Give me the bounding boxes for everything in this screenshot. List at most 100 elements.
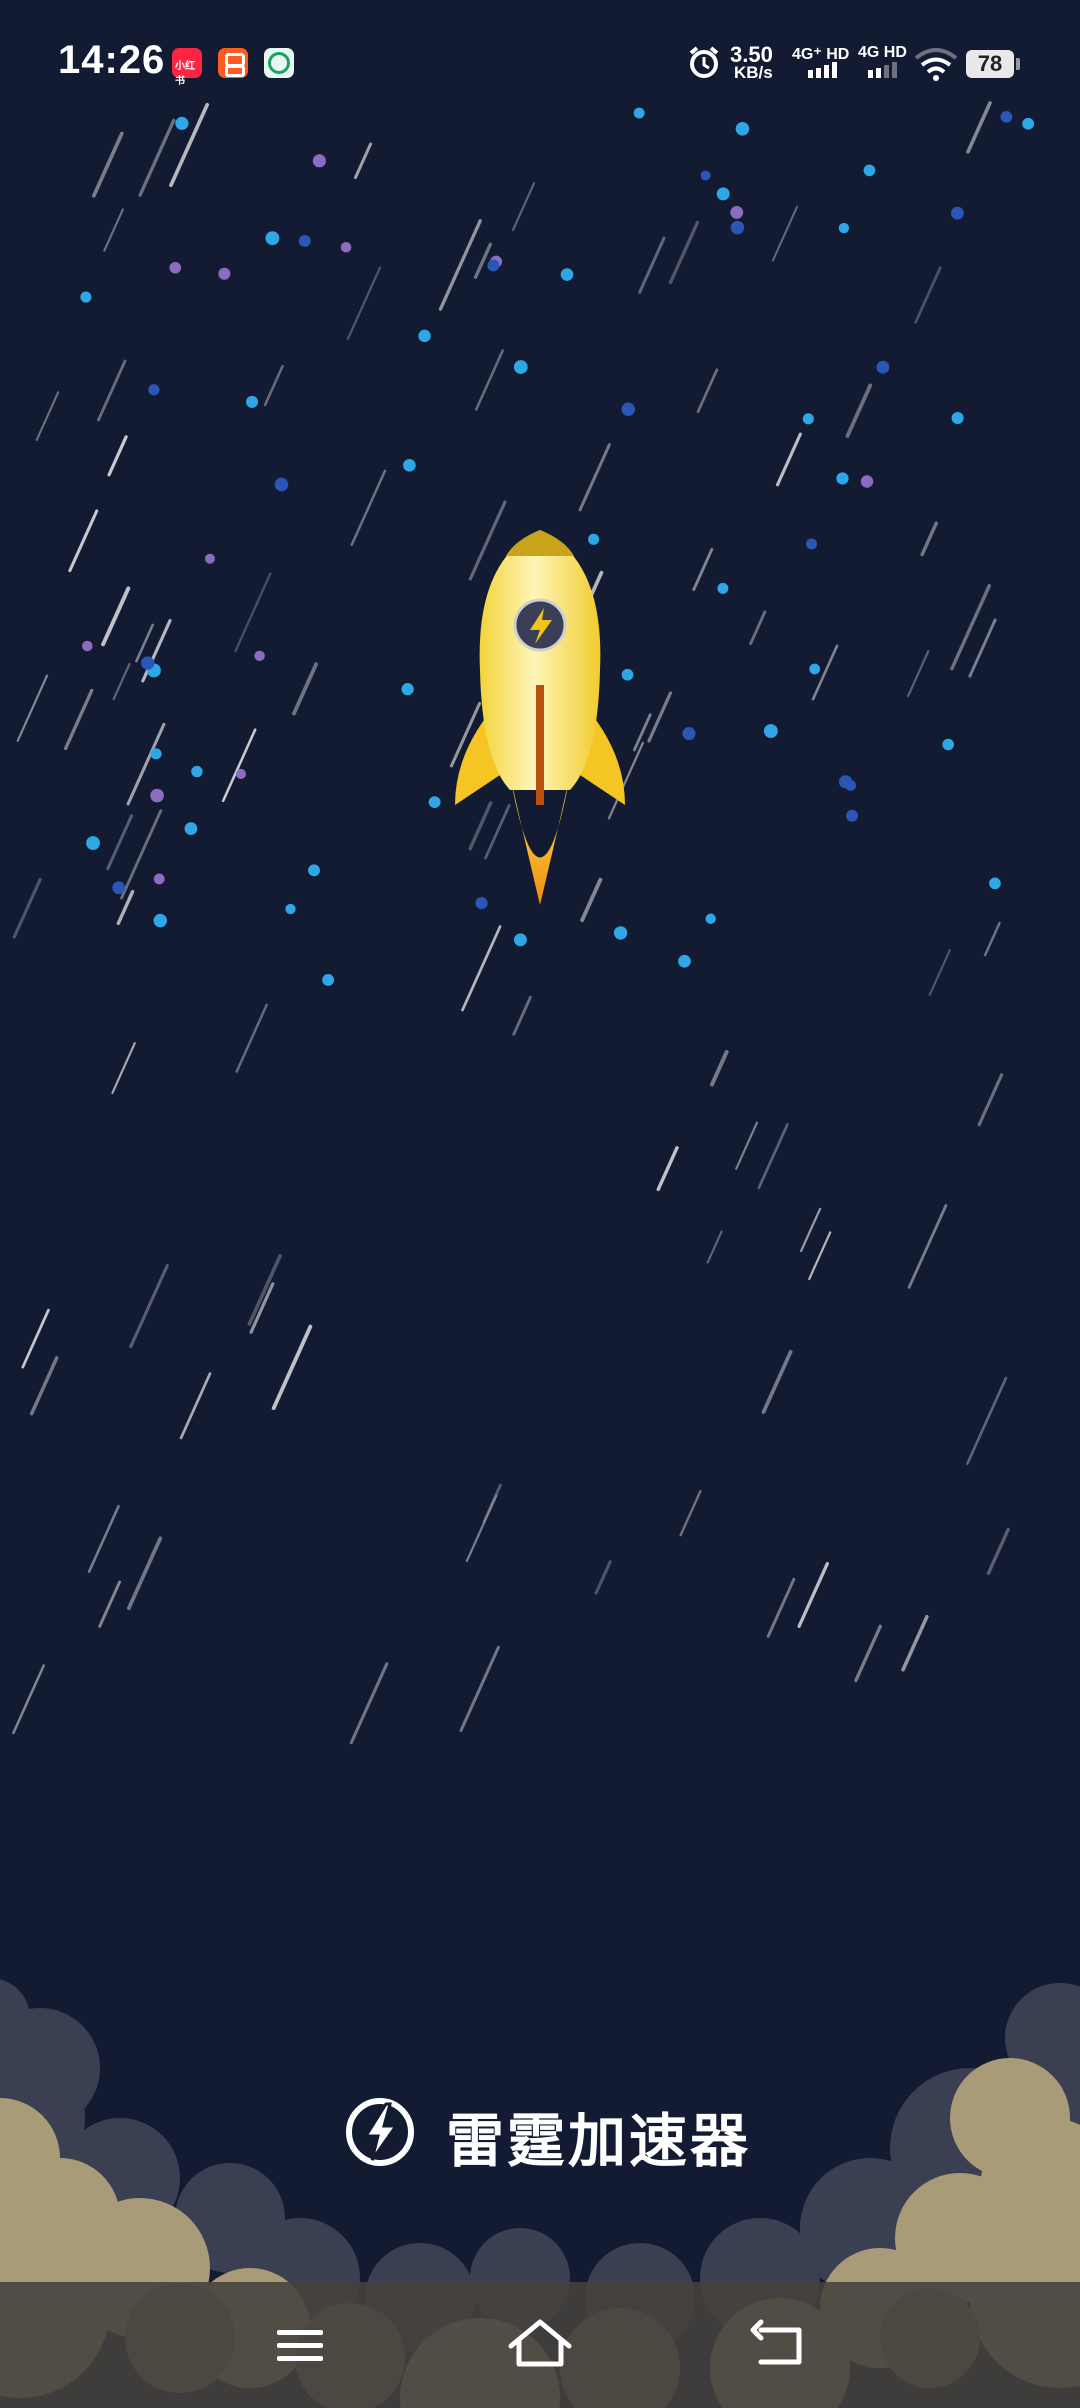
star [428,796,441,809]
star [218,267,231,280]
star [308,864,320,877]
back-button[interactable] [735,2300,825,2390]
star [705,913,716,924]
star [235,768,247,780]
meteor [511,182,536,232]
meteor [97,359,127,422]
meteor [21,1308,50,1369]
battery-level: 78 [977,51,1003,76]
star [700,170,711,181]
meteor [459,1645,500,1732]
star [809,663,821,675]
menu-button[interactable] [255,2300,345,2390]
meteor [292,662,319,716]
status-time: 14:26 [58,38,166,82]
meteor [263,364,284,407]
star [730,220,745,235]
xiaohongshu-app-icon: 小红书 [172,48,202,87]
meteor [983,921,1001,957]
star [621,402,635,416]
star [150,748,162,760]
star [265,231,280,246]
star [560,268,574,281]
star [153,873,165,885]
star [846,809,859,822]
star [298,235,311,247]
star [246,395,259,408]
star [836,472,849,485]
star [513,933,527,947]
star [860,475,874,488]
meteor [977,1073,1004,1127]
meteor [16,674,49,742]
meteor [735,1121,759,1170]
rocket-nose [506,530,574,556]
meteor [907,1203,948,1289]
star [989,877,1001,890]
rocket-illustration [455,530,625,905]
wifi-icon [914,48,958,81]
bolt-logo-icon [346,2098,414,2166]
star [285,903,296,915]
meteor [271,1324,313,1411]
star [838,222,850,234]
status-bar: 14:26 小红书 3.50 KB/s 4G⁺ HD 4G HD 78 [0,0,1080,130]
meteor [797,1562,829,1628]
battery-icon: 78 [966,50,1020,78]
meteor [928,948,952,996]
meteor [771,205,799,262]
star [513,360,528,374]
meteor [482,1483,502,1523]
meteor [766,1577,796,1638]
meteor [638,236,666,294]
meteor [761,1349,793,1414]
meteor [112,663,131,701]
meteor [353,142,373,180]
meteor [91,131,124,198]
meteor [757,1123,789,1190]
meteor [854,1624,882,1683]
orange-app-icon [218,48,248,78]
meteor [986,1527,1010,1575]
meteor [350,469,387,546]
star [678,954,691,968]
star [401,683,414,696]
meteor [461,925,502,1012]
meteor [914,266,942,324]
star [141,656,155,670]
meteor [346,266,382,340]
star [148,384,160,396]
star [184,822,198,835]
meteor [116,889,135,926]
star [82,640,93,652]
star [806,538,817,550]
meteor [235,1003,268,1073]
sim2-signal-icon [868,62,897,78]
meteor [668,220,700,285]
star [418,329,431,343]
star [717,582,729,594]
meteor [106,814,134,871]
star [863,164,876,177]
meteor [594,1560,612,1595]
meteor [706,1230,723,1264]
sim1-signal-icon [808,62,837,78]
meteor [12,877,42,939]
meteor [249,1282,275,1334]
meteor [111,1042,136,1094]
star [942,738,954,751]
meteor [775,432,802,487]
meteor [907,650,930,698]
meteor [966,1376,1008,1466]
meteor [35,391,60,441]
meteor [138,118,176,197]
star [845,779,857,791]
star [150,788,164,803]
meteor [578,443,611,512]
home-button[interactable] [495,2300,585,2390]
meteor [179,1372,212,1440]
meteor [87,1504,120,1573]
meteor [349,1662,389,1745]
meteor [647,691,673,743]
star [274,477,289,492]
